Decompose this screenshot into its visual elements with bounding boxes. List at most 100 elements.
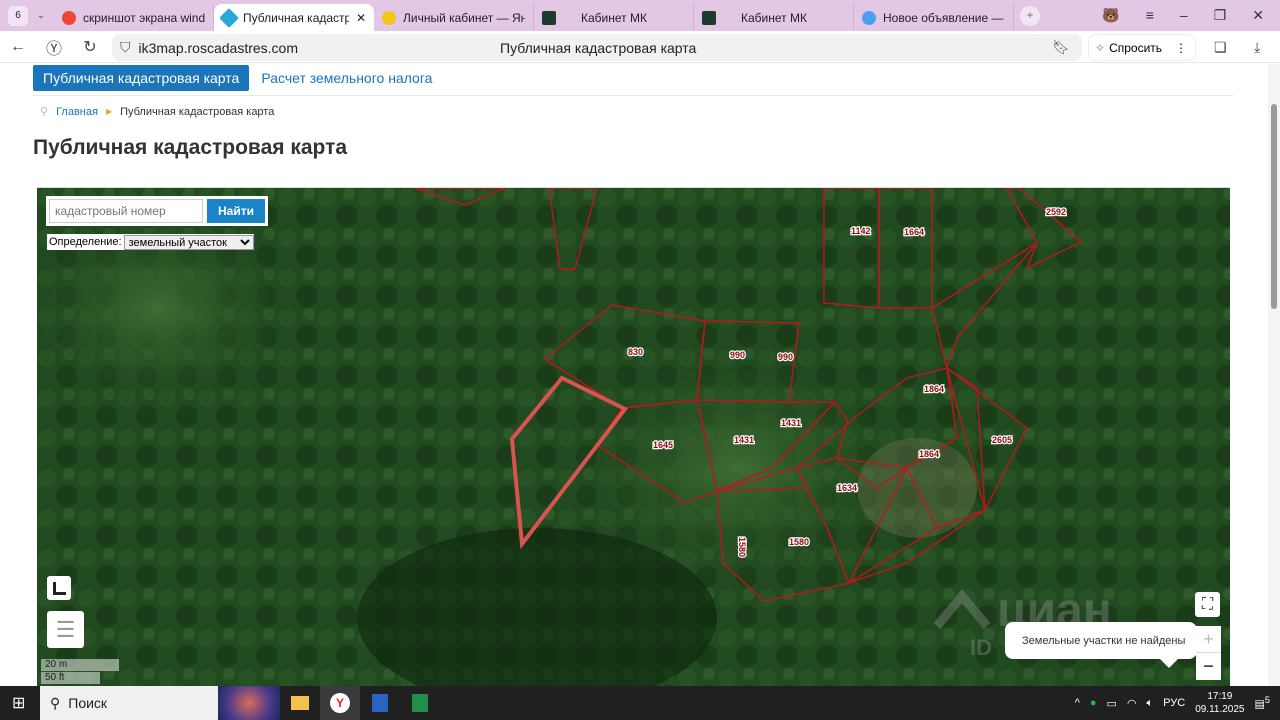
zoom-control: + − bbox=[1196, 626, 1221, 680]
file-explorer-icon[interactable] bbox=[280, 686, 320, 720]
taskbar-search[interactable]: ⚲ Поиск bbox=[40, 686, 280, 720]
avito-icon bbox=[862, 10, 876, 25]
site-nav: Публичная кадастровая карта Расчет земел… bbox=[33, 65, 432, 91]
zoom-out-button[interactable]: − bbox=[1196, 653, 1221, 680]
definition-row: Определение: земельный участок bbox=[47, 234, 254, 250]
search-icon: ⚲ bbox=[50, 694, 61, 711]
system-tray: ^ ● ▭ ◠ 🔈︎ РУС 17:19 09.11.2025 ▤5 bbox=[1075, 690, 1280, 716]
parcel-area-label: 1664 bbox=[904, 227, 924, 237]
tab-label: Личный кабинет — Яндекс bbox=[403, 10, 525, 25]
search-highlight-image bbox=[218, 686, 280, 720]
breadcrumb-separator-icon: ▶ bbox=[105, 107, 113, 116]
web-page: Публичная кадастровая карта Расчет земел… bbox=[0, 64, 1268, 686]
more-icon[interactable]: ⋮ bbox=[1175, 41, 1187, 55]
map-canvas[interactable]: 1142 1664 2592 830 990 990 1645 1431 1431 1864 186… bbox=[37, 188, 1230, 686]
excel-icon[interactable] bbox=[400, 686, 440, 720]
wifi-icon[interactable]: ◠ bbox=[1127, 697, 1137, 710]
taskbar-search-label: Поиск bbox=[68, 695, 108, 711]
browser-toolbar: ← Ⓨ ↻ ⛉ ik3map.roscadastres.com Публична… bbox=[0, 31, 1280, 63]
notifications-icon[interactable]: ▤5 bbox=[1255, 695, 1271, 711]
clock[interactable]: 17:19 09.11.2025 bbox=[1195, 690, 1244, 716]
definition-label: Определение: bbox=[49, 236, 122, 248]
nav-cadastral-map[interactable]: Публичная кадастровая карта bbox=[33, 65, 250, 91]
parcel-area-label: 990 bbox=[730, 350, 745, 360]
scale-meters: 20 m bbox=[41, 659, 119, 671]
language-indicator[interactable]: РУС bbox=[1163, 697, 1185, 709]
word-icon[interactable] bbox=[360, 686, 400, 720]
scrollbar-thumb[interactable] bbox=[1271, 104, 1277, 309]
svg-text:ID: ID bbox=[970, 635, 992, 660]
profile-avatar-icon[interactable]: 🐻 bbox=[1102, 7, 1119, 24]
parcel-area-label: 830 bbox=[628, 347, 643, 357]
parcel-area-label: 1431 bbox=[734, 435, 754, 445]
page-heading: Публичная кадастровая карта bbox=[33, 136, 348, 159]
parcel-area-label: 1645 bbox=[653, 440, 673, 450]
nav-land-tax[interactable]: Расчет земельного налога bbox=[261, 70, 432, 86]
close-window-icon[interactable]: ✕ bbox=[1252, 7, 1264, 24]
new-tab-button[interactable]: + bbox=[1020, 5, 1040, 26]
info-popup: Земельные участки не найдены bbox=[1005, 622, 1197, 668]
yandex-home-icon[interactable]: Ⓨ bbox=[36, 35, 72, 59]
parcel-area-label: 1864 bbox=[919, 449, 939, 459]
kaspersky-icon[interactable]: ● bbox=[1090, 697, 1097, 709]
layers-icon: ☰ bbox=[55, 616, 76, 642]
close-tab-icon[interactable]: ✕ bbox=[356, 11, 366, 25]
tab-cabinet-mk-2[interactable]: Кабинет МК bbox=[694, 4, 854, 31]
fullscreen-icon: ⛶ bbox=[1201, 595, 1214, 613]
tab-count-button[interactable]: 6 bbox=[8, 5, 28, 26]
tab-personal-cabinet[interactable]: Личный кабинет — Яндекс bbox=[374, 4, 534, 31]
cadastral-map[interactable]: 1142 1664 2592 830 990 990 1645 1431 1431 1864 186… bbox=[37, 187, 1230, 686]
tab-cadastral-map[interactable]: Публичная кадастровая карта ✕ bbox=[214, 4, 374, 31]
restore-icon[interactable]: ❐ bbox=[1214, 7, 1227, 24]
tab-label: Новое объявление — Объявления bbox=[883, 10, 1005, 25]
windows-start-icon[interactable]: ⊞ bbox=[12, 693, 25, 713]
parcel-area-label: 1864 bbox=[924, 384, 944, 394]
address-bar[interactable]: ⛉ ik3map.roscadastres.com Публичная када… bbox=[112, 34, 1082, 61]
layers-button[interactable]: ☰ bbox=[47, 611, 84, 648]
parcel-area-label: 1580 bbox=[789, 537, 809, 547]
scale-feet: 50 ft bbox=[41, 672, 100, 684]
tab-list-chevron-icon[interactable]: ⌄ bbox=[28, 10, 54, 21]
minimize-icon[interactable]: – bbox=[1180, 7, 1188, 24]
page-scrollbar[interactable] bbox=[1268, 64, 1280, 686]
windows-taskbar: ⊞ ⚲ Поиск Y ^ ● ▭ ◠ 🔈︎ РУС 17:19 09.11.20… bbox=[0, 686, 1280, 720]
parcel-area-label: 2592 bbox=[1046, 207, 1066, 217]
reload-icon[interactable]: ↻ bbox=[72, 37, 108, 57]
bookmark-icon[interactable]: 🔖︎ bbox=[1052, 39, 1070, 56]
breadcrumb-home[interactable]: Главная bbox=[56, 106, 98, 118]
collections-icon[interactable]: ❏ bbox=[1214, 39, 1227, 56]
page-title-text: Публичная кадастровая карта bbox=[500, 39, 697, 56]
cadastral-number-input[interactable] bbox=[49, 199, 203, 223]
battery-icon[interactable]: ▭ bbox=[1107, 697, 1117, 710]
mk-icon bbox=[702, 10, 716, 25]
download-icon[interactable]: ⤓ bbox=[1254, 39, 1260, 56]
find-button[interactable]: Найти bbox=[207, 199, 265, 223]
tab-label: Публичная кадастровая карта bbox=[243, 10, 349, 25]
location-pin-icon: ⚲ bbox=[40, 106, 49, 118]
ruler-button[interactable] bbox=[47, 576, 71, 600]
date: 09.11.2025 bbox=[1195, 704, 1245, 715]
yandex-id-icon bbox=[382, 10, 396, 25]
parcel-area-label: 1142 bbox=[851, 226, 871, 236]
ask-button[interactable]: ✧ Спросить ⋮ bbox=[1088, 34, 1196, 61]
definition-select[interactable]: земельный участок bbox=[123, 234, 254, 250]
yandex-browser-icon[interactable]: Y bbox=[320, 686, 360, 720]
time: 17:19 bbox=[1207, 691, 1233, 702]
tab-label: скриншот экрана windows bbox=[83, 10, 205, 25]
parcel-area-label: 1431 bbox=[781, 418, 801, 428]
breadcrumb: ⚲ Главная ▶ Публичная кадастровая карта bbox=[40, 105, 274, 119]
tab-new-ad[interactable]: Новое объявление — Объявления bbox=[854, 4, 1014, 31]
shield-icon: ⛉ bbox=[120, 39, 131, 55]
menu-icon[interactable]: ≡ bbox=[1146, 7, 1154, 24]
back-icon[interactable]: ← bbox=[0, 38, 36, 56]
notification-count: 5 bbox=[1264, 695, 1270, 706]
volume-icon[interactable]: 🔈︎ bbox=[1147, 697, 1154, 710]
divider bbox=[33, 95, 1233, 96]
mk-icon bbox=[542, 10, 556, 25]
tray-expand-icon[interactable]: ^ bbox=[1075, 697, 1080, 709]
tab-screenshot[interactable]: скриншот экрана windows bbox=[54, 4, 214, 31]
fullscreen-button[interactable]: ⛶ bbox=[1195, 592, 1220, 617]
parcel-area-label: 1634 bbox=[837, 483, 857, 493]
tab-cabinet-mk-1[interactable]: Кабинет МК bbox=[534, 4, 694, 31]
zoom-in-button[interactable]: + bbox=[1196, 626, 1221, 653]
